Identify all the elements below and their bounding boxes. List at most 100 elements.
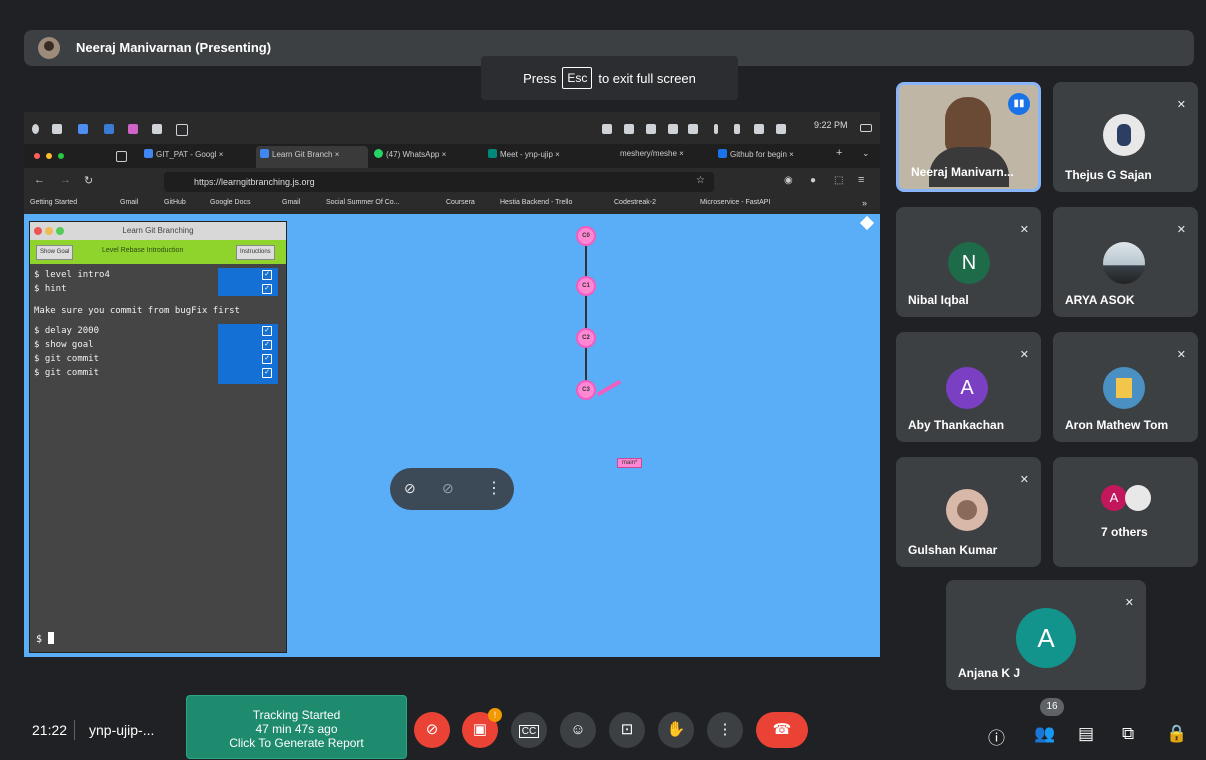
wifi-icon (754, 124, 764, 134)
people-count-badge: 16 (1040, 698, 1064, 716)
browser-tab[interactable]: meshery/meshe × (620, 149, 684, 158)
captions-button[interactable]: CC (511, 712, 547, 748)
tray-icon (624, 124, 634, 134)
browser-tab[interactable]: Github for begin × (718, 149, 794, 159)
bookmark-item[interactable]: Social Summer Of Co... (326, 199, 400, 206)
tab-overview-icon[interactable] (116, 151, 127, 162)
menu-icon[interactable]: ≡ (858, 174, 864, 186)
tab-label: meshery/meshe (620, 149, 677, 158)
close-dot-icon[interactable] (34, 227, 42, 235)
address-bar[interactable]: https://learngitbranching.js.org (164, 172, 714, 192)
more-bookmarks-icon[interactable]: » (862, 198, 867, 208)
mic-off-icon: ✕ (1124, 597, 1134, 609)
camera-off-icon[interactable]: ⊘ (442, 480, 454, 497)
mic-icon (734, 124, 740, 134)
activities-icon[interactable]: ⧉ (1122, 724, 1134, 744)
leave-call-button[interactable]: ☎ (756, 712, 808, 748)
participant-avatar (1103, 242, 1145, 284)
hand-icon: ✋ (666, 721, 686, 738)
bookmark-item[interactable]: Gmail (282, 199, 300, 206)
forward-icon[interactable]: → (60, 174, 71, 186)
minimize-dot-icon[interactable] (45, 227, 53, 235)
extensions-icon[interactable]: ⬚ (834, 175, 843, 186)
new-tab-icon[interactable]: + (836, 147, 842, 159)
branch-arrow (596, 379, 622, 397)
bookmark-star-icon[interactable]: ☆ (696, 175, 705, 186)
participant-tile[interactable]: ▮▮ Neeraj Manivarn... (896, 82, 1041, 192)
reactions-button[interactable]: ☺ (560, 712, 596, 748)
people-icon[interactable]: 👥 (1034, 724, 1055, 744)
check-icon: ✓ (262, 326, 272, 336)
mic-off-icon: ✕ (1019, 349, 1029, 361)
participant-tile[interactable]: ✕ N Nibal Iqbal (896, 207, 1041, 317)
bookmark-item[interactable]: Hestia Backend - Trello (500, 199, 572, 206)
bookmark-item[interactable]: Coursera (446, 199, 475, 206)
participant-name: Nibal Iqbal (908, 293, 969, 307)
participant-tile[interactable]: ✕ Gulshan Kumar (896, 457, 1041, 567)
window-icon (860, 124, 872, 132)
bookmark-item[interactable]: GitHub (164, 199, 186, 206)
close-window-icon[interactable] (34, 153, 40, 159)
chevron-down-icon[interactable]: ⌄ (862, 148, 870, 159)
participant-tile[interactable]: ✕ A Anjana K J (946, 580, 1146, 690)
mic-toggle-button[interactable]: ⊘ (414, 712, 450, 748)
os-top-bar: 9:22 PM (24, 112, 880, 144)
browser-tab[interactable]: GIT_PAT - Googl × (144, 149, 223, 159)
mic-off-icon: ✕ (1176, 224, 1186, 236)
mic-off-icon[interactable]: ⊘ (404, 480, 416, 497)
bookmark-item[interactable]: Getting Started (30, 199, 77, 206)
fullscreen-toast: Press Esc to exit full screen (481, 56, 738, 100)
participant-tile[interactable]: ✕ A Aby Thankachan (896, 332, 1041, 442)
meeting-info-icon[interactable]: ⓘ (988, 724, 1005, 749)
bookmark-item[interactable]: Microservice - FastAPI (700, 199, 770, 206)
instructions-button[interactable]: Instructions (236, 245, 275, 260)
phone-hangup-icon: ☎ (772, 721, 792, 738)
maximize-dot-icon[interactable] (56, 227, 64, 235)
others-tile[interactable]: A 7 others (1053, 457, 1198, 567)
terminal-prompt[interactable]: $ (36, 632, 55, 645)
participant-tile[interactable]: ✕ Thejus G Sajan (1053, 82, 1198, 192)
minimize-window-icon[interactable] (46, 153, 52, 159)
text-cursor (48, 632, 55, 644)
browser-tab[interactable]: Meet - ynp-ujip × (488, 149, 560, 159)
more-options-button[interactable]: ⋮ (707, 712, 743, 748)
tracking-report-button[interactable]: Tracking Started 47 min 47s ago Click To… (186, 695, 407, 759)
bookmark-item[interactable]: Gmail (120, 199, 138, 206)
commit-node[interactable]: C1 (576, 276, 596, 296)
tracking-status: Tracking Started (252, 708, 341, 722)
browser-tab[interactable]: (47) WhatsApp × (374, 149, 446, 159)
participant-name: Aron Mathew Tom (1065, 418, 1169, 432)
os-app-icon (152, 124, 162, 134)
back-icon[interactable]: ← (34, 174, 45, 186)
check-icon: ✓ (262, 368, 272, 378)
browser-tab[interactable]: Learn Git Branch × (260, 149, 339, 159)
present-button[interactable]: ⊡ (609, 712, 645, 748)
maximize-window-icon[interactable] (58, 153, 64, 159)
check-icon: ✓ (262, 284, 272, 294)
more-options-icon[interactable]: ⋮ (486, 478, 502, 498)
participant-tile[interactable]: ✕ ARYA ASOK (1053, 207, 1198, 317)
tab-favicon-icon (488, 149, 497, 158)
host-controls-icon[interactable]: 🔒 (1166, 724, 1187, 744)
os-app-icon (52, 124, 62, 134)
commit-node[interactable]: C3 (576, 380, 596, 400)
terminal-title: Learn Git Branching (122, 226, 194, 235)
bookmark-item[interactable]: Google Docs (210, 199, 250, 206)
shield-icon[interactable]: ◉ (784, 175, 793, 186)
raise-hand-button[interactable]: ✋ (658, 712, 694, 748)
participant-name: Thejus G Sajan (1065, 168, 1152, 182)
reload-icon[interactable]: ↻ (84, 174, 93, 187)
terminal-command: $ show goal (34, 340, 94, 350)
commit-node[interactable]: C0 (576, 226, 596, 246)
fullscreen-corner-icon[interactable] (859, 215, 875, 231)
participant-avatar: A (946, 367, 988, 409)
account-icon[interactable]: ● (810, 175, 816, 186)
commit-node[interactable]: C2 (576, 328, 596, 348)
participant-tile[interactable]: ✕ Aron Mathew Tom (1053, 332, 1198, 442)
volume-icon (776, 124, 786, 134)
terminal-command: $ delay 2000 (34, 326, 100, 336)
show-goal-button[interactable]: Show Goal (36, 245, 74, 260)
bookmark-item[interactable]: Codestreak-2 (614, 199, 656, 206)
chat-icon[interactable]: ▤ (1078, 724, 1094, 744)
terminal-command: $ git commit (34, 354, 100, 364)
